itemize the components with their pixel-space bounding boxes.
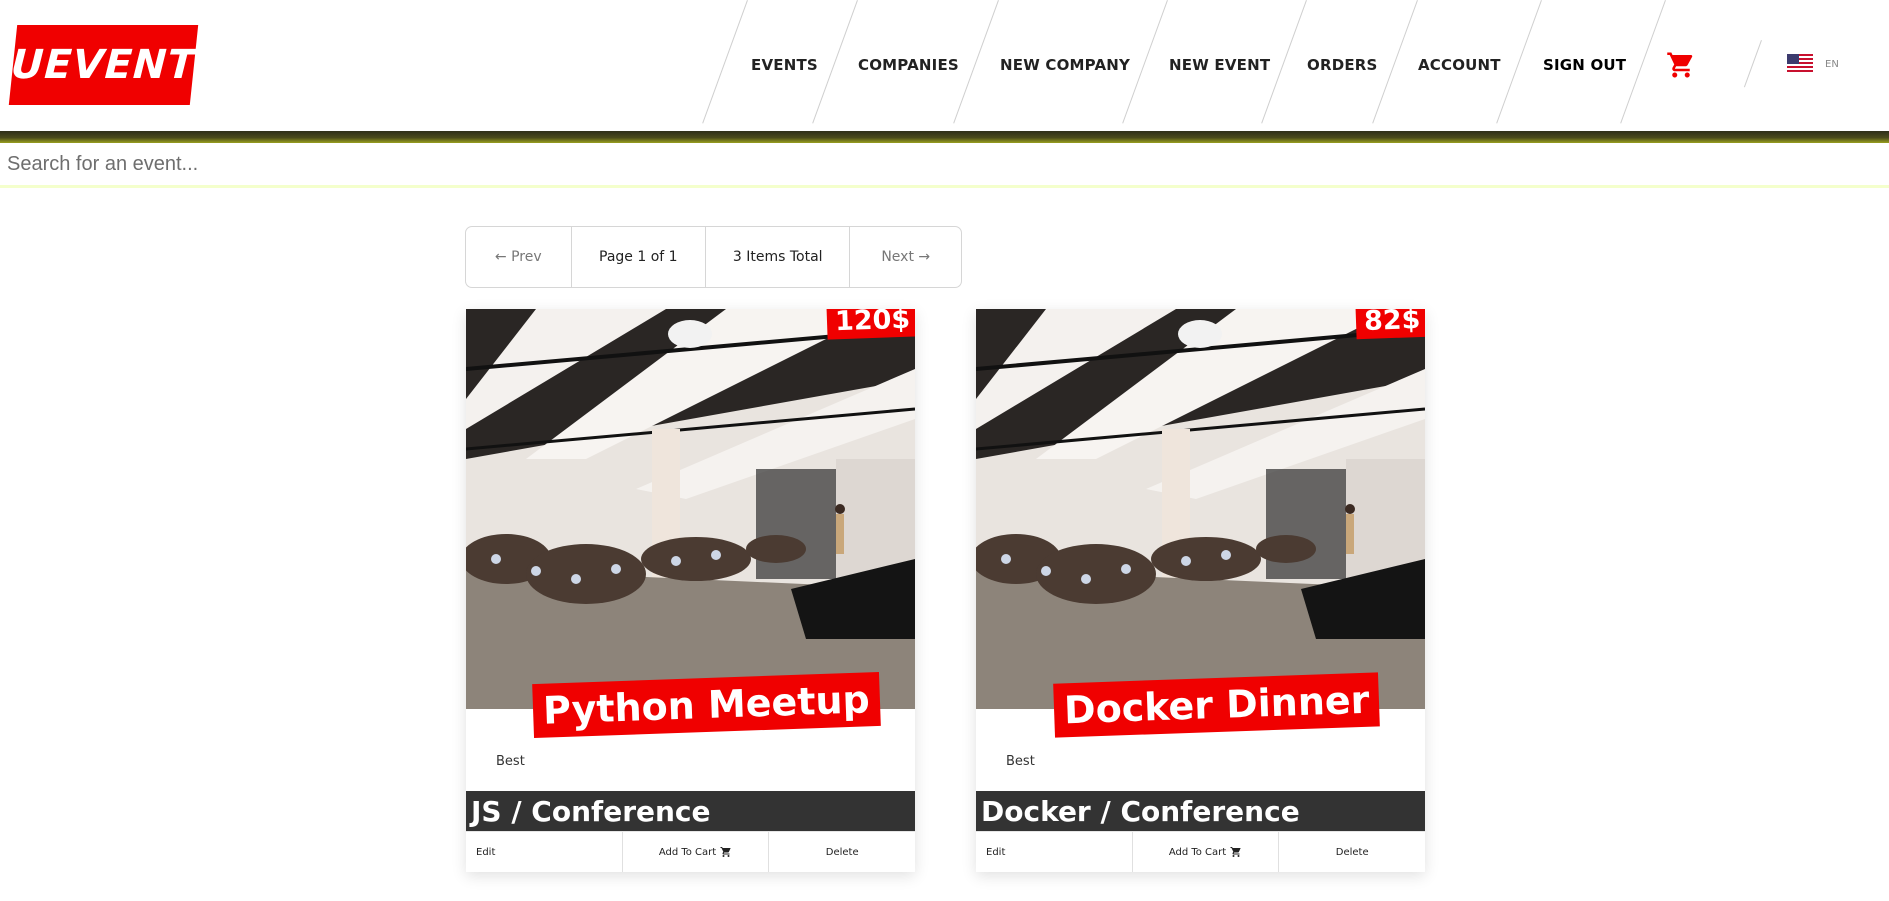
page-indicator: Page 1 of 1 bbox=[572, 227, 707, 287]
delete-button[interactable]: Delete bbox=[769, 832, 915, 872]
cart-icon bbox=[1230, 847, 1241, 857]
nav-divider bbox=[1620, 0, 1666, 124]
conference-hall-image bbox=[976, 309, 1425, 709]
event-category: Docker / Conference bbox=[976, 791, 1425, 831]
nav-companies[interactable]: COMPANIES bbox=[858, 56, 959, 74]
nav-events[interactable]: EVENTS bbox=[751, 56, 818, 74]
cart-icon[interactable] bbox=[1665, 50, 1697, 80]
logo-text: UEVENT bbox=[9, 42, 198, 88]
prev-page-button[interactable]: ← Prev bbox=[466, 227, 572, 287]
edit-button[interactable]: Edit bbox=[976, 832, 1133, 872]
event-card[interactable]: 120$ Python Meetup Best JS / Conference … bbox=[466, 309, 915, 872]
us-flag-icon bbox=[1787, 54, 1813, 74]
nav-sign-out[interactable]: SIGN OUT bbox=[1543, 56, 1626, 74]
nav-divider bbox=[702, 0, 748, 124]
conference-hall-image bbox=[466, 309, 915, 709]
search-input[interactable] bbox=[0, 143, 1889, 185]
nav-divider bbox=[1372, 0, 1418, 124]
event-title: Python Meetup bbox=[532, 671, 881, 739]
edit-button[interactable]: Edit bbox=[466, 832, 623, 872]
add-to-cart-button[interactable]: Add To Cart bbox=[623, 832, 770, 872]
nav-divider bbox=[1743, 40, 1762, 88]
event-description: Best bbox=[496, 754, 525, 769]
site-logo[interactable]: UEVENT bbox=[8, 25, 199, 105]
nav-new-event[interactable]: NEW EVENT bbox=[1169, 56, 1270, 74]
add-to-cart-label: Add To Cart bbox=[1168, 846, 1227, 858]
event-card[interactable]: 82$ Docker Dinner Best Docker / Conferen… bbox=[976, 309, 1425, 872]
event-photo: 120$ bbox=[466, 309, 915, 709]
nav-orders[interactable]: ORDERS bbox=[1307, 56, 1378, 74]
nav-divider bbox=[953, 0, 999, 124]
nav-divider bbox=[1496, 0, 1542, 124]
nav-new-company[interactable]: NEW COMPANY bbox=[1000, 56, 1130, 74]
event-description: Best bbox=[1006, 754, 1035, 769]
delete-button[interactable]: Delete bbox=[1279, 832, 1425, 872]
event-photo: 82$ bbox=[976, 309, 1425, 709]
cart-icon bbox=[720, 847, 731, 857]
site-header: UEVENT EVENTS COMPANIES NEW COMPANY NEW … bbox=[0, 0, 1889, 131]
price-tag: 120$ bbox=[826, 309, 915, 340]
add-to-cart-button[interactable]: Add To Cart bbox=[1133, 832, 1280, 872]
event-category: JS / Conference bbox=[466, 791, 915, 831]
nav-divider bbox=[812, 0, 858, 124]
nav-account[interactable]: ACCOUNT bbox=[1418, 56, 1501, 74]
add-to-cart-label: Add To Cart bbox=[658, 846, 717, 858]
language-selector[interactable]: EN bbox=[1787, 54, 1839, 74]
next-page-button[interactable]: Next → bbox=[850, 227, 961, 287]
header-divider-bar bbox=[0, 131, 1889, 143]
event-title: Docker Dinner bbox=[1053, 672, 1381, 738]
card-actions: Edit Add To Cart Delete bbox=[976, 831, 1425, 872]
items-total: 3 Items Total bbox=[706, 227, 851, 287]
language-label: EN bbox=[1825, 58, 1839, 70]
card-actions: Edit Add To Cart Delete bbox=[466, 831, 915, 872]
search-bar bbox=[0, 143, 1889, 188]
pagination: ← Prev Page 1 of 1 3 Items Total Next → bbox=[465, 226, 962, 288]
price-tag: 82$ bbox=[1355, 309, 1425, 340]
